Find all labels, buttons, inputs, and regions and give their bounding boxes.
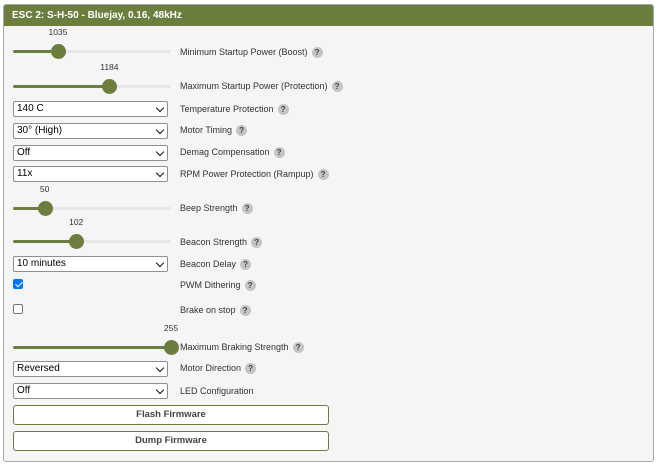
slider-thumb[interactable] bbox=[102, 79, 118, 94]
esc-panel: ESC 2: S-H-50 - Bluejay, 0.16, 48kHz 103… bbox=[3, 4, 654, 462]
led-configuration-label: LED Configuration bbox=[180, 386, 254, 396]
beacon-delay-select[interactable]: 10 minutes bbox=[13, 256, 168, 272]
slider-fill bbox=[13, 85, 110, 88]
motor-direction-select[interactable]: Reversed bbox=[13, 361, 168, 377]
chevron-down-icon bbox=[155, 385, 165, 395]
pwm-dithering-checkbox[interactable] bbox=[13, 279, 23, 289]
beacon-strength-label: Beacon Strength? bbox=[180, 237, 263, 249]
pwm-dithering-label: PWM Dithering? bbox=[180, 280, 256, 292]
motor-timing-label: Motor Timing? bbox=[180, 125, 248, 137]
slider-value: 102 bbox=[69, 217, 84, 227]
slider-fill bbox=[13, 240, 77, 243]
help-icon[interactable]: ? bbox=[311, 47, 323, 59]
slider-thumb[interactable] bbox=[37, 201, 53, 216]
rpm-power-protection-select[interactable]: 11x bbox=[13, 166, 168, 182]
brake-on-stop-checkbox[interactable] bbox=[13, 304, 23, 314]
max-startup-power-label: Maximum Startup Power (Protection)? bbox=[180, 81, 343, 93]
max-braking-strength-label: Maximum Braking Strength? bbox=[180, 342, 304, 354]
chevron-down-icon bbox=[155, 168, 165, 178]
help-icon[interactable]: ? bbox=[331, 81, 343, 93]
rpm-power-protection-label: RPM Power Protection (Rampup)? bbox=[180, 169, 329, 181]
chevron-down-icon bbox=[155, 258, 165, 268]
slider-thumb[interactable] bbox=[69, 234, 85, 249]
beacon-delay-label: Beacon Delay? bbox=[180, 259, 252, 271]
panel-title: ESC 2: S-H-50 - Bluejay, 0.16, 48kHz bbox=[4, 5, 653, 26]
slider-value: 1035 bbox=[48, 27, 68, 37]
help-icon[interactable]: ? bbox=[273, 147, 285, 159]
beep-strength-slider[interactable]: 50 bbox=[13, 184, 171, 218]
slider-thumb[interactable] bbox=[164, 340, 179, 355]
help-icon[interactable]: ? bbox=[244, 280, 256, 292]
chevron-down-icon bbox=[155, 147, 165, 157]
min-startup-power-label: Minimum Startup Power (Boost)? bbox=[180, 47, 323, 59]
dump-firmware-button[interactable]: Dump Firmware bbox=[13, 431, 329, 451]
help-icon[interactable]: ? bbox=[277, 104, 289, 116]
slider-fill bbox=[13, 346, 171, 349]
help-icon[interactable]: ? bbox=[245, 363, 257, 375]
slider-value: 255 bbox=[163, 323, 179, 333]
demag-compensation-label: Demag Compensation? bbox=[180, 147, 285, 159]
help-icon[interactable]: ? bbox=[241, 203, 253, 215]
max-braking-strength-slider[interactable]: 255 bbox=[13, 323, 179, 357]
beep-strength-label: Beep Strength? bbox=[180, 203, 253, 215]
help-icon[interactable]: ? bbox=[239, 305, 251, 317]
brake-on-stop-label: Brake on stop? bbox=[180, 305, 251, 317]
max-startup-power-slider[interactable]: 1184 bbox=[13, 62, 171, 96]
temperature-protection-label: Temperature Protection? bbox=[180, 104, 289, 116]
led-configuration-select[interactable]: Off bbox=[13, 383, 168, 399]
help-icon[interactable]: ? bbox=[251, 237, 263, 249]
demag-compensation-select[interactable]: Off bbox=[13, 145, 168, 161]
slider-thumb[interactable] bbox=[51, 44, 67, 59]
beacon-strength-slider[interactable]: 102 bbox=[13, 217, 171, 251]
chevron-down-icon bbox=[155, 103, 165, 113]
flash-firmware-button[interactable]: Flash Firmware bbox=[13, 405, 329, 425]
help-icon[interactable]: ? bbox=[240, 259, 252, 271]
chevron-down-icon bbox=[155, 125, 165, 135]
chevron-down-icon bbox=[155, 363, 165, 373]
slider-value: 50 bbox=[39, 184, 50, 194]
help-icon[interactable]: ? bbox=[236, 125, 248, 137]
motor-timing-select[interactable]: 30° (High) bbox=[13, 123, 168, 139]
slider-value: 1184 bbox=[100, 62, 119, 72]
help-icon[interactable]: ? bbox=[317, 169, 329, 181]
help-icon[interactable]: ? bbox=[292, 342, 304, 354]
temperature-protection-select[interactable]: 140 C bbox=[13, 101, 168, 117]
min-startup-power-slider[interactable]: 1035 bbox=[13, 27, 171, 61]
motor-direction-label: Motor Direction? bbox=[180, 363, 257, 375]
